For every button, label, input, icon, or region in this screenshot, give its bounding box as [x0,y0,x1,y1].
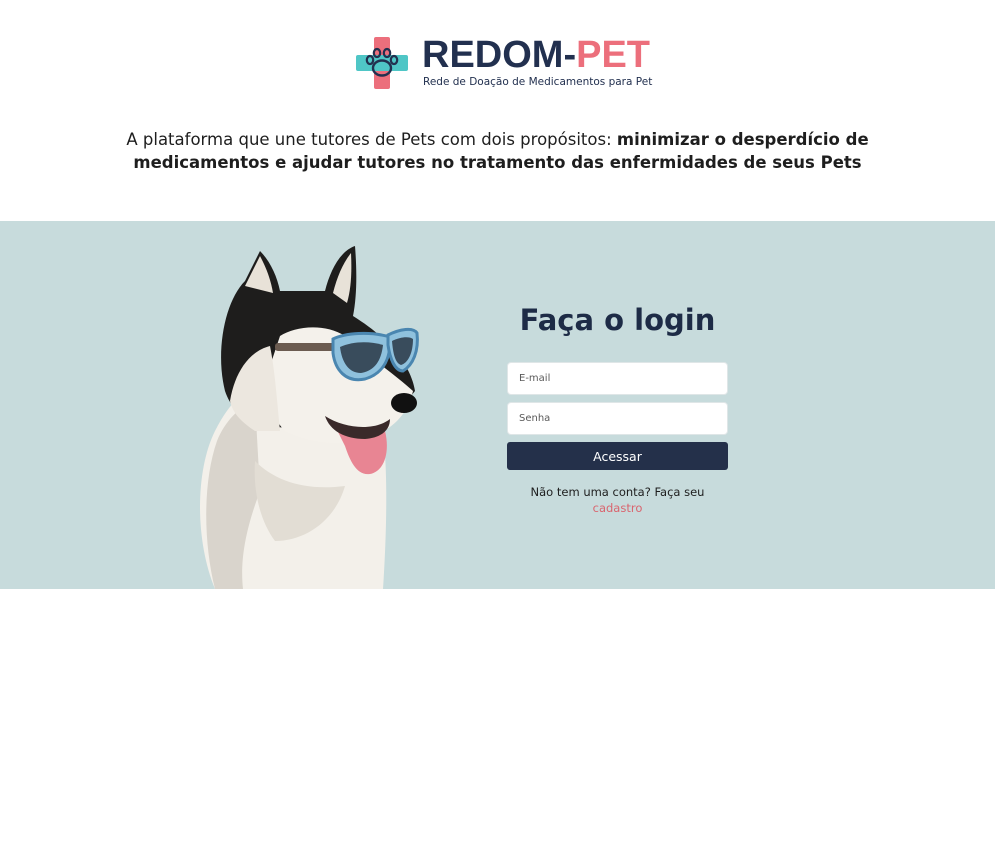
brand-name-part2: PET [576,34,651,76]
brand-name-part1: REDOM- [422,34,577,76]
brand-tagline: Rede de Doação de Medicamentos para Pet [423,76,653,88]
paw-cross-logo-icon [356,37,408,89]
email-field[interactable] [507,362,728,395]
intro-text: A plataforma que une tutores de Pets com… [60,128,935,174]
hero-band: Faça o login Acessar Não tem uma conta? … [0,221,995,589]
submit-button[interactable]: Acessar [507,442,728,470]
intro-regular: A plataforma que une tutores de Pets com… [126,130,617,149]
brand-name: REDOM-PET [422,35,650,75]
header: REDOM-PET Rede de Doação de Medicamentos… [0,0,995,221]
signup-prompt: Não tem uma conta? Faça seu [530,485,705,499]
login-panel: Faça o login Acessar Não tem uma conta? … [507,299,728,516]
logo[interactable]: REDOM-PET Rede de Doação de Medicamentos… [356,35,652,93]
password-field[interactable] [507,402,728,435]
husky-with-sunglasses-icon [200,246,419,589]
login-title: Faça o login [519,303,716,337]
signup-link[interactable]: cadastro [507,500,728,516]
signup-text: Não tem uma conta? Faça seu cadastro [507,484,728,516]
